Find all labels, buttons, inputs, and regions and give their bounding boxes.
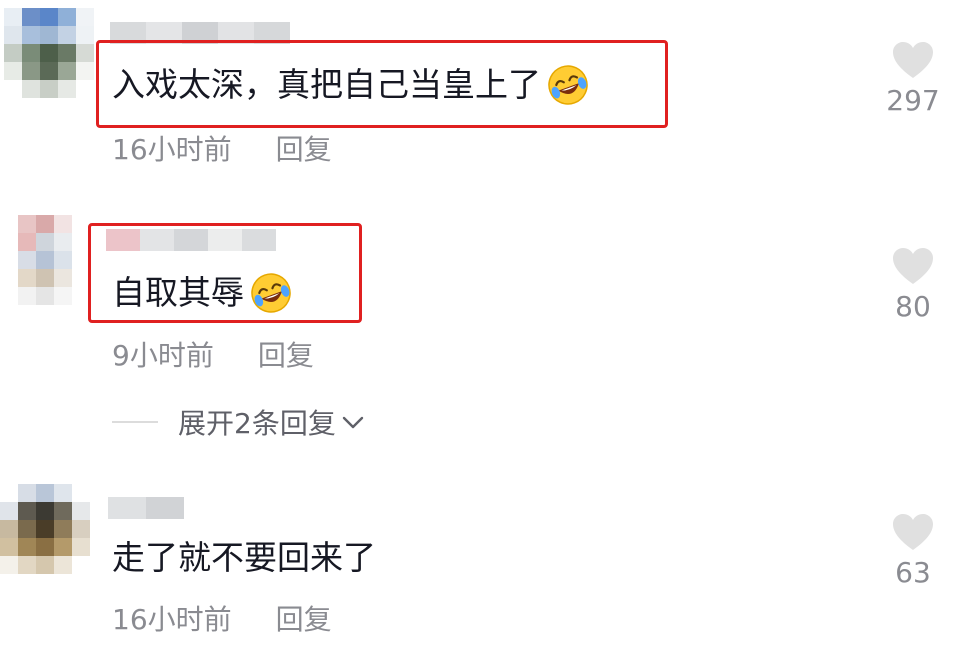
comment-time: 16小时前 bbox=[112, 133, 232, 166]
comment-time: 9小时前 bbox=[112, 339, 214, 372]
like-count: 297 bbox=[886, 84, 940, 117]
comment-meta: 16小时前 回复 bbox=[112, 128, 332, 168]
reply-button[interactable]: 回复 bbox=[258, 334, 314, 374]
heart-icon[interactable] bbox=[891, 40, 935, 80]
like-button[interactable]: 63 bbox=[868, 512, 958, 589]
username[interactable] bbox=[108, 497, 184, 519]
rofl-emoji bbox=[251, 273, 291, 313]
avatar[interactable] bbox=[0, 215, 90, 305]
comment-meta: 9小时前 回复 bbox=[112, 334, 314, 374]
like-button[interactable]: 80 bbox=[868, 246, 958, 323]
like-button[interactable]: 297 bbox=[868, 40, 958, 117]
expand-replies-button[interactable]: 展开2条回复 bbox=[112, 402, 366, 442]
comment-time: 16小时前 bbox=[112, 603, 232, 636]
comment-text: 自取其辱 bbox=[112, 272, 292, 314]
heart-icon[interactable] bbox=[891, 512, 935, 552]
divider-line bbox=[112, 421, 158, 423]
like-count: 80 bbox=[895, 290, 931, 323]
comment-text: 走了就不要回来了 bbox=[112, 538, 376, 577]
avatar[interactable] bbox=[0, 484, 90, 574]
avatar[interactable] bbox=[4, 8, 94, 98]
reply-button[interactable]: 回复 bbox=[276, 598, 332, 638]
comment-text: 入戏太深，真把自己当皇上了 bbox=[112, 64, 589, 106]
expand-replies-label: 展开2条回复 bbox=[178, 407, 336, 440]
rofl-emoji bbox=[548, 65, 588, 105]
like-count: 63 bbox=[895, 556, 931, 589]
heart-icon[interactable] bbox=[891, 246, 935, 286]
reply-button[interactable]: 回复 bbox=[276, 128, 332, 168]
chevron-down-icon bbox=[342, 416, 364, 429]
comment-meta: 16小时前 回复 bbox=[112, 598, 332, 638]
